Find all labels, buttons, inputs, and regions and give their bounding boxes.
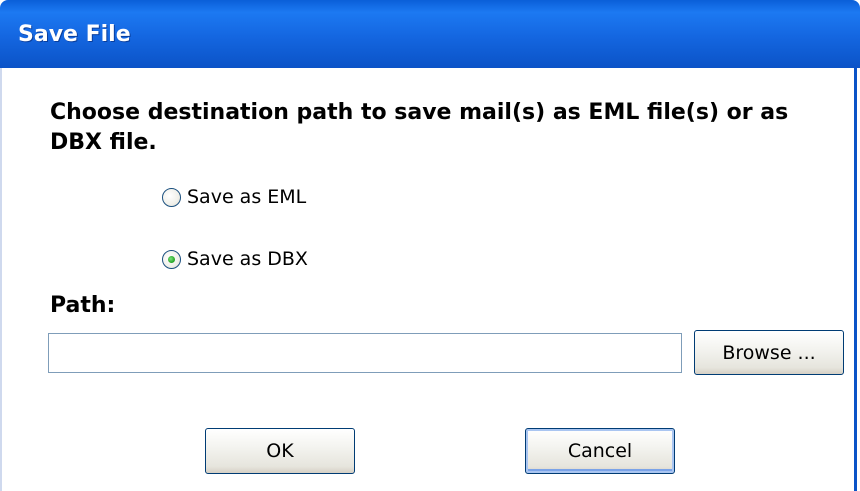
cancel-button[interactable]: Cancel [525, 428, 675, 474]
title-bar[interactable]: Save File [0, 0, 860, 68]
radio-button-eml[interactable] [162, 187, 181, 207]
window-title: Save File [18, 22, 131, 47]
path-label: Path: [50, 293, 116, 318]
radio-button-dbx[interactable] [162, 249, 181, 269]
instruction-text: Choose destination path to save mail(s) … [50, 100, 789, 155]
browse-button[interactable]: Browse ... [694, 330, 844, 375]
radio-selected-dot [168, 255, 175, 263]
save-as-dbx-label[interactable]: Save as DBX [187, 248, 308, 270]
path-input[interactable] [48, 333, 682, 373]
save-as-dbx-option[interactable]: Save as DBX [162, 248, 308, 270]
save-as-eml-option[interactable]: Save as EML [162, 186, 306, 208]
window-left-border [0, 68, 2, 491]
save-file-dialog: Save File Choose destination path to sav… [0, 0, 860, 491]
ok-button[interactable]: OK [205, 428, 355, 474]
save-as-eml-label[interactable]: Save as EML [187, 186, 306, 208]
